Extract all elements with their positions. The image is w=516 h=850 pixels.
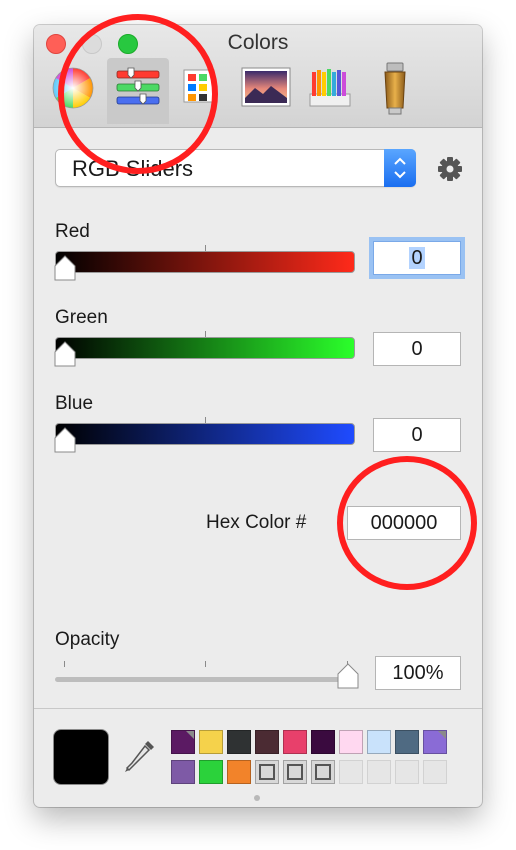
opacity-label: Opacity	[55, 629, 120, 650]
blue-slider-knob[interactable]	[54, 427, 76, 454]
color-swatch[interactable]	[227, 730, 251, 754]
blue-label: Blue	[55, 393, 94, 414]
opacity-value-field[interactable]: 100%	[375, 656, 461, 690]
green-slider-track[interactable]	[55, 337, 355, 359]
color-swatch[interactable]	[255, 760, 279, 784]
color-swatch[interactable]	[395, 760, 419, 784]
blue-slider-track[interactable]	[55, 423, 355, 445]
color-swatch[interactable]	[199, 760, 223, 784]
red-label: Red	[55, 221, 90, 242]
tab-color-wheel[interactable]	[42, 58, 104, 124]
green-value-field[interactable]: 0	[373, 332, 461, 366]
hex-color-label: Hex Color #	[206, 512, 307, 533]
red-slider-track[interactable]	[55, 251, 355, 273]
window-title: Colors	[227, 31, 289, 54]
tab-color-sliders[interactable]	[107, 58, 169, 124]
current-color-well[interactable]	[54, 730, 108, 784]
drawer-handle[interactable]	[254, 795, 260, 801]
slider-mode-popup[interactable]: RGB Sliders	[55, 149, 416, 187]
opacity-tick	[64, 661, 65, 667]
color-swatch[interactable]	[367, 760, 391, 784]
red-slider-tick	[205, 245, 206, 251]
color-swatch[interactable]	[255, 730, 279, 754]
tab-image-palettes[interactable]	[237, 58, 299, 124]
red-value-field[interactable]: 0	[373, 241, 461, 275]
red-value-text: 0	[409, 247, 425, 269]
opacity-slider-knob[interactable]	[337, 663, 359, 690]
color-swatch[interactable]	[395, 730, 419, 754]
titlebar: Colors	[34, 25, 482, 128]
paint-tube-icon	[384, 62, 406, 115]
color-swatch[interactable]	[339, 760, 363, 784]
color-swatch[interactable]	[199, 730, 223, 754]
color-swatch[interactable]	[283, 760, 307, 784]
tab-pencils[interactable]	[302, 58, 364, 124]
pencils-icon	[309, 69, 351, 107]
swatch-corner-mark	[186, 731, 194, 739]
color-swatch[interactable]	[283, 730, 307, 754]
green-label: Green	[55, 307, 108, 328]
opacity-tick	[205, 661, 206, 667]
tab-color-palettes[interactable]	[172, 58, 234, 124]
image-palette-icon	[241, 67, 291, 107]
blue-value-field[interactable]: 0	[373, 418, 461, 452]
color-swatch[interactable]	[339, 730, 363, 754]
palettes-icon	[183, 69, 215, 103]
opacity-slider-track[interactable]	[55, 677, 351, 682]
color-wheel-icon	[52, 67, 94, 109]
red-slider-knob[interactable]	[54, 255, 76, 282]
green-slider-knob[interactable]	[54, 341, 76, 368]
color-swatch[interactable]	[367, 730, 391, 754]
gear-icon[interactable]	[434, 153, 466, 185]
color-swatch[interactable]	[227, 760, 251, 784]
green-slider-tick	[205, 331, 206, 337]
popup-arrows[interactable]	[384, 149, 416, 187]
colors-panel-window: Colors RGB Sliders Red 0 Green 0 Blue 0 …	[34, 25, 482, 807]
color-swatch[interactable]	[423, 730, 447, 754]
chevron-up-down-icon	[394, 157, 406, 179]
color-swatch[interactable]	[311, 760, 335, 784]
tab-paint-tube[interactable]	[367, 58, 429, 124]
eyedropper-icon[interactable]	[122, 737, 158, 777]
divider	[34, 708, 482, 709]
color-swatch[interactable]	[171, 760, 195, 784]
saved-swatches	[171, 730, 449, 784]
color-swatch[interactable]	[171, 730, 195, 754]
hex-color-field[interactable]: 000000	[347, 506, 461, 540]
color-swatch[interactable]	[423, 760, 447, 784]
blue-slider-tick	[205, 417, 206, 423]
swatch-corner-mark	[438, 731, 446, 739]
sliders-icon	[116, 67, 160, 105]
slider-mode-value: RGB Sliders	[72, 156, 194, 181]
color-swatch[interactable]	[311, 730, 335, 754]
